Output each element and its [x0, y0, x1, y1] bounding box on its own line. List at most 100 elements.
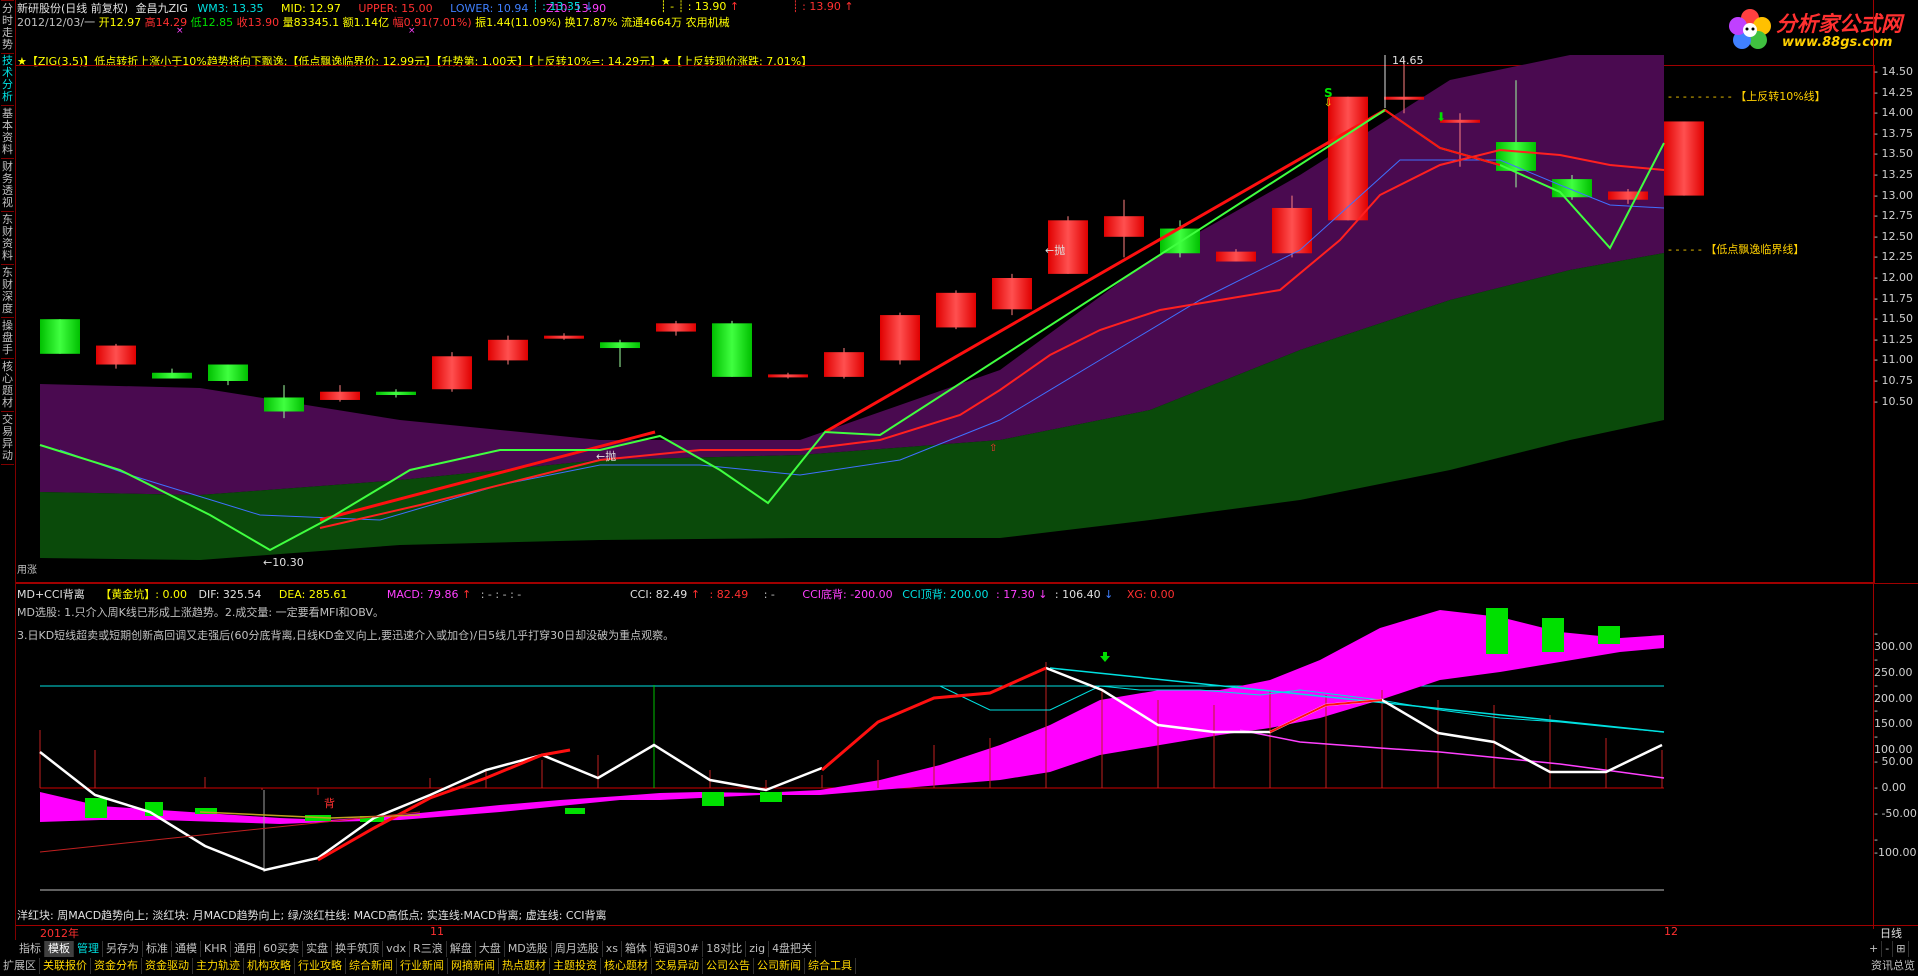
zoom-button-0[interactable]: +	[1866, 941, 1883, 957]
info-tab-12[interactable]: 核心题材	[601, 958, 652, 974]
candle-14	[824, 352, 864, 377]
period-label[interactable]: 日线	[1880, 925, 1902, 941]
info-tab-15[interactable]: 公司新闻	[754, 958, 805, 974]
price-tick: - 13.25	[1874, 168, 1913, 181]
toolbar-button-14[interactable]: 大盘	[476, 941, 505, 957]
indicator-note-1: MD选股: 1.只介入周K线已形成上涨趋势。2.成交量: 一定要看MFI和OBV…	[17, 606, 385, 619]
info-tab-6[interactable]: 行业攻略	[295, 958, 346, 974]
info-toolbar: 扩展区 关联报价 资金分布 资金驱动 主力轨迹 机构攻略 行业攻略 综合新闻 行业新闻 网摘新闻热…	[0, 958, 856, 974]
toolbar-button-11[interactable]: vdx	[383, 941, 411, 957]
macd-green-block	[85, 798, 107, 818]
info-tab-1[interactable]: 关联报价	[40, 958, 91, 974]
toolbar-button-16[interactable]: 周月选股	[552, 941, 603, 957]
candle-15	[880, 315, 920, 361]
info-tab-16[interactable]: 综合工具	[805, 958, 856, 974]
candle-28	[1608, 191, 1648, 200]
toolbar-button-20[interactable]: 18对比	[703, 941, 747, 957]
cci-value-2: : 82.49	[709, 588, 749, 601]
toolbar-button-19[interactable]: 短调30#	[651, 941, 704, 957]
toolbar-button-1[interactable]: 模板	[45, 941, 74, 957]
zoom-button-1[interactable]: -	[1882, 941, 1894, 957]
info-tab-3[interactable]: 资金驱动	[142, 958, 193, 974]
toolbar-button-9[interactable]: 实盘	[303, 941, 333, 957]
candle-0	[40, 319, 80, 354]
toolbar-button-4[interactable]: 标准	[143, 941, 172, 957]
toolbar-button-5[interactable]: 通模	[172, 941, 201, 957]
price-tick: - 10.50	[1874, 394, 1913, 408]
candle-13	[768, 374, 808, 378]
info-tab-5[interactable]: 机构攻略	[244, 958, 295, 974]
toolbar-button-15[interactable]: MD选股	[505, 941, 552, 957]
candle-24	[1384, 96, 1424, 100]
candle-29	[1664, 121, 1704, 196]
toolbar-button-2[interactable]: 管理	[74, 941, 103, 957]
toolbar-button-18[interactable]: 箱体	[622, 941, 652, 957]
price-tick: - 12.75	[1874, 209, 1913, 223]
indicator-tick: - 100.00	[1874, 730, 1913, 756]
toolbar-button-13[interactable]: 解盘	[447, 941, 476, 957]
macd-green-block	[760, 792, 782, 802]
indicator-tick: - 0.00	[1874, 781, 1906, 794]
candle-27	[1552, 179, 1592, 198]
price-chart[interactable]	[0, 0, 1918, 976]
candle-16	[936, 292, 976, 328]
candle-4	[264, 397, 304, 412]
throw-label: ←抛	[596, 450, 617, 463]
toolbar-button-10[interactable]: 换手筑顶	[332, 941, 384, 957]
divergence-label: 背	[324, 797, 335, 810]
indicator-tick: - 250.00	[1874, 653, 1913, 679]
candle-21	[1216, 251, 1256, 262]
down-arrow-icon: ⇩	[1324, 98, 1333, 109]
candle-1	[96, 345, 136, 365]
info-tab-4[interactable]: 主力轨迹	[193, 958, 244, 974]
info-tab-8[interactable]: 行业新闻	[397, 958, 448, 974]
info-tab-11[interactable]: 主题投资	[550, 958, 601, 974]
price-tick: - 11.75	[1874, 291, 1913, 305]
indicator-tick: - 300.00	[1874, 627, 1913, 653]
info-overview[interactable]: 资讯总览	[1868, 958, 1918, 974]
zoom-button-2[interactable]: ⊞	[1893, 941, 1910, 957]
lower-line-label: - - - - - 【低点飘逸临界线】	[1668, 243, 1805, 256]
cci-value-3: : -	[763, 588, 775, 601]
info-tab-13[interactable]: 交易异动	[652, 958, 703, 974]
info-tab-2[interactable]: 资金分布	[91, 958, 142, 974]
indicator-tick: - 50.00	[1874, 755, 1913, 768]
v106-value: : 106.40	[1054, 588, 1101, 601]
info-tab-14[interactable]: 公司公告	[703, 958, 754, 974]
candle-17	[992, 278, 1032, 310]
info-tab-10[interactable]: 热点题材	[499, 958, 550, 974]
upper-line-text: 【上反转10%线】	[1735, 90, 1826, 103]
candle-3	[208, 364, 248, 381]
macd-green-block	[565, 808, 585, 814]
xg-value: XG: 0.00	[1126, 588, 1175, 601]
toolbar-button-6[interactable]: KHR	[201, 941, 232, 957]
toolbar-button-21[interactable]: zig	[746, 941, 770, 957]
throw-label: ←抛	[1045, 244, 1066, 257]
toolbar-button-8[interactable]: 60买卖	[260, 941, 304, 957]
candle-7	[432, 356, 472, 390]
toolbar-button-17[interactable]: xs	[603, 941, 623, 957]
toolbar-button-3[interactable]: 另存为	[103, 941, 143, 957]
toolbar-button-7[interactable]: 通用	[231, 941, 261, 957]
up-arrow-icon: ⇧	[989, 443, 998, 454]
candle-23	[1328, 96, 1368, 221]
v17-value: : 17.30	[996, 588, 1035, 601]
toolbar-button-0[interactable]: 指标	[16, 941, 45, 957]
candle-9	[544, 335, 584, 339]
cci-bottom: CCI底背: -200.00	[802, 588, 893, 601]
indicator-name[interactable]: MD+CCI背离	[17, 588, 85, 601]
info-overview-button[interactable]: 资讯总览	[1868, 958, 1918, 974]
candle-22	[1272, 207, 1312, 254]
toolbar-button-22[interactable]: 4盘把关	[769, 941, 817, 957]
bottom-left-label: 用涨	[17, 565, 37, 576]
info-tab-7[interactable]: 综合新闻	[346, 958, 397, 974]
info-tab-0[interactable]: 扩展区	[0, 958, 40, 974]
indicator-tick: - -50.00	[1874, 807, 1917, 820]
price-tick: - 14.25	[1874, 85, 1913, 99]
candle-5	[320, 391, 360, 400]
candle-12	[712, 323, 752, 377]
macd-green-block	[1542, 618, 1564, 652]
indicator-tick: - 200.00	[1874, 679, 1913, 705]
toolbar-button-12[interactable]: R三浪	[410, 941, 447, 957]
info-tab-9[interactable]: 网摘新闻	[448, 958, 499, 974]
